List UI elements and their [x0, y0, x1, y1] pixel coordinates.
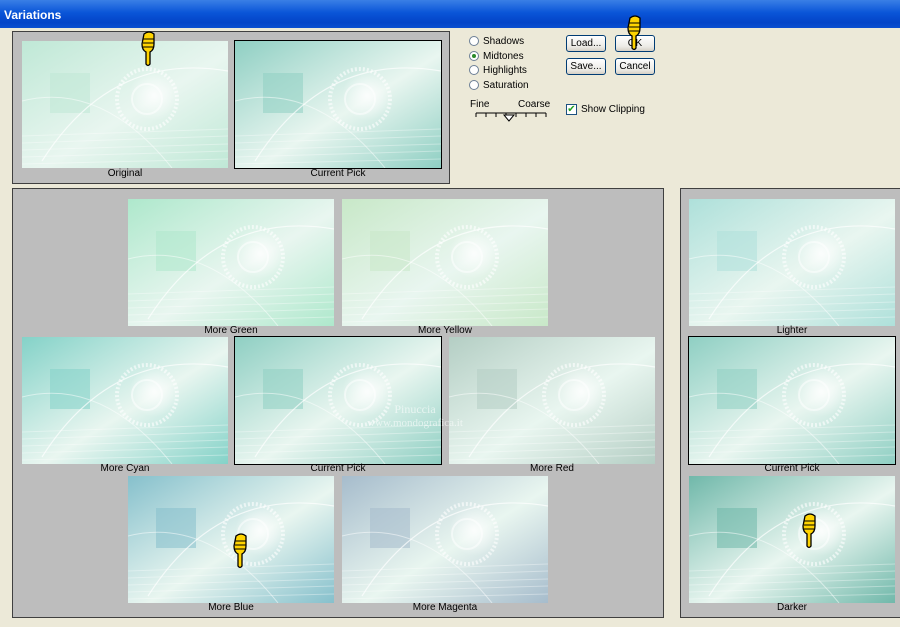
lighter-thumb[interactable] [689, 199, 895, 326]
show-clipping-checkbox[interactable]: ✔ [566, 104, 577, 115]
brightness-current-pick-label: Current Pick [764, 463, 820, 474]
cancel-button[interactable]: Cancel [615, 58, 655, 75]
watermark-line2: www.mondografica.it [367, 417, 463, 429]
darker-thumb[interactable] [689, 476, 895, 603]
radio-shadows-circle[interactable] [469, 36, 479, 46]
slider-fine-label: Fine [470, 99, 490, 110]
hand-pointer-icon [627, 15, 641, 51]
more-red-thumb[interactable] [449, 337, 655, 464]
color-current-pick-label: Current Pick [310, 463, 366, 474]
brightness-current-pick-thumb [688, 336, 896, 465]
radio-saturation-circle[interactable] [469, 80, 479, 90]
lighter-label: Lighter [776, 325, 808, 336]
title-bar: Variations [0, 0, 900, 28]
radio-saturation-label: Saturation [483, 79, 529, 91]
fine-coarse-slider[interactable] [474, 110, 550, 124]
hand-pointer-icon [233, 533, 247, 569]
current-pick-label: Current Pick [310, 168, 366, 179]
radio-shadows-label: Shadows [483, 35, 525, 47]
color-current-pick-thumb [234, 336, 442, 465]
window-title: Variations [4, 8, 62, 22]
more-blue-label: More Blue [208, 602, 254, 613]
radio-midtones-circle[interactable] [469, 51, 479, 61]
more-magenta-label: More Magenta [412, 602, 478, 613]
watermark: Pinuccia www.mondografica.it [360, 402, 470, 429]
radio-midtones-label: Midtones [483, 50, 524, 62]
load-button[interactable]: Load... [566, 35, 606, 52]
radio-midtones[interactable]: Midtones [469, 49, 524, 63]
slider-thumb [502, 114, 516, 122]
more-red-label: More Red [530, 463, 574, 474]
original-thumb [22, 41, 228, 168]
slider-coarse-label: Coarse [518, 99, 551, 110]
show-clipping-label: Show Clipping [581, 104, 645, 115]
hand-pointer-icon [802, 513, 816, 549]
more-yellow-label: More Yellow [418, 325, 472, 336]
radio-shadows[interactable]: Shadows [469, 34, 524, 48]
save-button[interactable]: Save... [566, 58, 606, 75]
radio-highlights-label: Highlights [483, 64, 527, 76]
more-green-label: More Green [204, 325, 258, 336]
more-cyan-thumb[interactable] [22, 337, 228, 464]
darker-label: Darker [776, 602, 807, 613]
original-label: Original [107, 168, 143, 179]
current-pick-thumb [234, 40, 442, 169]
more-cyan-label: More Cyan [100, 463, 150, 474]
radio-highlights-circle[interactable] [469, 65, 479, 75]
radio-saturation[interactable]: Saturation [469, 78, 529, 92]
more-magenta-thumb[interactable] [342, 476, 548, 603]
watermark-line1: Pinuccia [394, 402, 436, 416]
more-green-thumb[interactable] [128, 199, 334, 326]
radio-highlights[interactable]: Highlights [469, 63, 527, 77]
more-yellow-thumb[interactable] [342, 199, 548, 326]
hand-pointer-icon [141, 31, 155, 67]
